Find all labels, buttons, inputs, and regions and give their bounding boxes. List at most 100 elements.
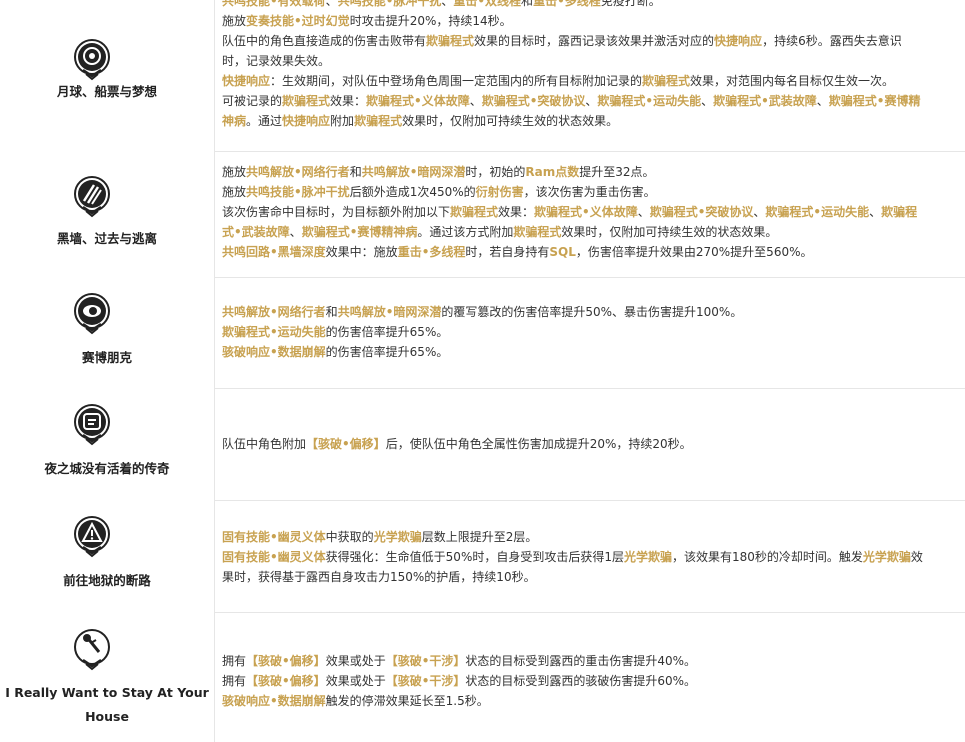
highlight-term: 共鸣回路•黑墙深度 bbox=[222, 245, 326, 259]
highlight-term: 快捷响应 bbox=[714, 34, 763, 48]
highlight-term: Ram点数 bbox=[525, 165, 580, 179]
highlight-term: 欺骗程 bbox=[881, 205, 918, 219]
row-description: 施放共鸣解放•网络行者和共鸣解放•暗网深潜时，初始的Ram点数提升至32点。 施放… bbox=[215, 151, 965, 277]
plain-text: 后额外造成1次450%的 bbox=[349, 185, 476, 199]
description-line: 共鸣回路•黑墙深度效果中：施放重击•多线程时，若自身持有SQL，伤害倍率提升效果… bbox=[222, 242, 959, 262]
desc-lines: 共鸣解放•网络行者和共鸣解放•暗网深潜的覆写篡改的伤害倍率提升50%、暴击伤害提… bbox=[222, 302, 959, 362]
highlight-term: 快捷响应 bbox=[222, 74, 271, 88]
table-row: 赛博朋克 共鸣解放•网络行者和共鸣解放•暗网深潜的覆写篡改的伤害倍率提升50%、… bbox=[0, 277, 965, 389]
table-row: 夜之城没有活着的传奇 队伍中角色附加【骇破•偏移】后，使队伍中角色全属性伤害加成… bbox=[0, 388, 965, 501]
plain-text: 、 bbox=[585, 94, 598, 108]
plain-text: 效果时，仅附加可持续生效的状态效果。 bbox=[402, 114, 619, 128]
description-line: 队伍中角色附加【骇破•偏移】后，使队伍中角色全属性伤害加成提升20%，持续20秒… bbox=[222, 434, 959, 454]
description-line: 共鸣技能•有效载荷、共鸣技能•脉冲干扰、重击•双线程和重击•多线程免疫打断。 bbox=[222, 0, 959, 11]
row-label-cell: 月球、船票与梦想 bbox=[0, 0, 215, 151]
highlight-term: 光学欺骗 bbox=[373, 530, 422, 544]
highlight-term: 重击•多线程 bbox=[533, 0, 601, 8]
plain-text: 时，初始的 bbox=[465, 165, 526, 179]
plain-text: 果时，获得基于露西自身攻击力150%的护盾，持续10秒。 bbox=[222, 570, 536, 584]
description-line: 固有技能•幽灵义体中获取的光学欺骗层数上限提升至2层。 bbox=[222, 527, 959, 547]
plain-text: 状态的目标受到露西的重击伤害提升40%。 bbox=[465, 654, 697, 668]
description-line: 神病。通过快捷响应附加欺骗程式效果时，仅附加可持续生效的状态效果。 bbox=[222, 111, 959, 131]
plain-text: 、 bbox=[816, 94, 829, 108]
highlight-term: 共鸣解放•暗网深潜 bbox=[337, 305, 442, 319]
plain-text: 施放 bbox=[222, 185, 247, 199]
highlight-term: 共鸣技能•脉冲干扰 bbox=[246, 185, 350, 199]
description-line: 快捷响应：生效期间，对队伍中登场角色周围一定范围内的所有目标附加记录的欺骗程式效… bbox=[222, 71, 959, 91]
row-description: 队伍中角色附加【骇破•偏移】后，使队伍中角色全属性伤害加成提升20%，持续20秒… bbox=[215, 388, 965, 500]
row-title: 黑墙、过去与逃离 bbox=[56, 231, 157, 246]
plain-text: 和 bbox=[325, 305, 338, 319]
cyberpunk-eye-icon bbox=[69, 290, 115, 336]
desc-lines: 队伍中角色附加【骇破•偏移】后，使队伍中角色全属性伤害加成提升20%，持续20秒… bbox=[222, 434, 959, 454]
highlight-term: 欺骗程式 bbox=[450, 205, 499, 219]
highlight-term: 欺骗程式•赛博精神病 bbox=[301, 225, 418, 239]
plain-text: 拥有 bbox=[222, 654, 247, 668]
stay-house-rose-icon bbox=[69, 626, 115, 672]
desc-lines: 拥有【骇破•偏移】效果或处于【骇破•干涉】状态的目标受到露西的重击伤害提升40%… bbox=[222, 651, 959, 711]
description-line: 施放共鸣技能•脉冲干扰后额外造成1次450%的衍射伤害，该次伤害为重击伤害。 bbox=[222, 182, 959, 202]
highlight-term: 骇破响应•数据崩解 bbox=[222, 345, 326, 359]
plain-text: 后，使队伍中角色全属性伤害加成提升20%，持续20秒。 bbox=[385, 437, 692, 451]
plain-text: 、 bbox=[701, 94, 714, 108]
table-row: I Really Want to Stay At Your House 拥有【骇… bbox=[0, 612, 965, 742]
description-line: 施放共鸣解放•网络行者和共鸣解放•暗网深潜时，初始的Ram点数提升至32点。 bbox=[222, 162, 959, 182]
plain-text: 和 bbox=[521, 0, 534, 8]
description-line: 欺骗程式•运动失能的伤害倍率提升65%。 bbox=[222, 322, 959, 342]
row-description: 拥有【骇破•偏移】效果或处于【骇破•干涉】状态的目标受到露西的重击伤害提升40%… bbox=[215, 612, 965, 742]
row-description: 共鸣技能•有效载荷、共鸣技能•脉冲干扰、重击•双线程和重击•多线程免疫打断。 施放… bbox=[215, 0, 965, 151]
description-line: 拥有【骇破•偏移】效果或处于【骇破•干涉】状态的目标受到露西的骇破伤害提升60%… bbox=[222, 671, 959, 691]
highlight-term: SQL bbox=[549, 245, 576, 259]
plain-text: 状态的目标受到露西的骇破伤害提升60%。 bbox=[465, 674, 697, 688]
highlight-term: 欺骗程式•突破协议 bbox=[649, 205, 754, 219]
plain-text: ，伤害倍率提升效果由270%提升至560%。 bbox=[575, 245, 813, 259]
plain-text: ，持续6秒。露西失去意识 bbox=[762, 34, 902, 48]
row-label-cell: 夜之城没有活着的传奇 bbox=[0, 388, 215, 500]
description-line: 共鸣解放•网络行者和共鸣解放•暗网深潜的覆写篡改的伤害倍率提升50%、暴击伤害提… bbox=[222, 302, 959, 322]
plain-text: 效果： bbox=[330, 94, 367, 108]
plain-text: 时，记录效果失效。 bbox=[222, 54, 331, 68]
description-line: 式•武装故障、欺骗程式•赛博精神病。通过该方式附加欺骗程式效果时，仅附加可持续生… bbox=[222, 222, 959, 242]
plain-text: 效果或处于 bbox=[325, 654, 386, 668]
plain-text: 、 bbox=[325, 0, 338, 8]
highlight-term: 共鸣解放•网络行者 bbox=[246, 165, 350, 179]
highlight-term: 共鸣解放•暗网深潜 bbox=[361, 165, 466, 179]
plain-text: 、 bbox=[289, 225, 302, 239]
description-line: 施放变奏技能•过时幻觉时攻击提升20%，持续14秒。 bbox=[222, 11, 959, 31]
plain-text: 触发的停滞效果延长至1.5秒。 bbox=[325, 694, 489, 708]
highlight-term: 共鸣技能•脉冲干扰 bbox=[337, 0, 442, 8]
highlight-term: 共鸣技能•有效载荷 bbox=[222, 0, 326, 8]
description-line: 队伍中的角色直接造成的伤害击败带有欺骗程式效果的目标时，露西记录该效果并激活对应… bbox=[222, 31, 959, 51]
plain-text: 获得强化：生命值低于50%时，自身受到攻击后获得1层 bbox=[325, 550, 624, 564]
plain-text: 、 bbox=[469, 94, 482, 108]
plain-text: 和 bbox=[349, 165, 362, 179]
highlight-term: 重击•双线程 bbox=[453, 0, 522, 8]
plain-text: 效果中：施放 bbox=[325, 245, 398, 259]
plain-text: 的覆写篡改的伤害倍率提升50%、暴击伤害提升100%。 bbox=[441, 305, 743, 319]
plain-text: 效果： bbox=[498, 205, 535, 219]
description-line: 拥有【骇破•偏移】效果或处于【骇破•干涉】状态的目标受到露西的重击伤害提升40%… bbox=[222, 651, 959, 671]
plain-text: 免疫打断。 bbox=[600, 0, 661, 8]
highlight-term: 变奏技能•过时幻觉 bbox=[246, 14, 350, 28]
highlight-term: 神病 bbox=[222, 114, 247, 128]
plain-text: 、 bbox=[869, 205, 882, 219]
row-title: 月球、船票与梦想 bbox=[56, 84, 157, 99]
highlight-term: 欺骗程式 bbox=[354, 114, 403, 128]
highlight-term: 欺骗程式 bbox=[282, 94, 331, 108]
row-label-cell: 前往地狱的断路 bbox=[0, 500, 215, 612]
plain-text: ：生效期间，对队伍中登场角色周围一定范围内的所有目标附加记录的 bbox=[270, 74, 643, 88]
highlight-term: 欺骗程式•义体故障 bbox=[534, 205, 638, 219]
highlight-term: 固有技能•幽灵义体 bbox=[222, 530, 326, 544]
plain-text: 时攻击提升20%，持续14秒。 bbox=[349, 14, 512, 28]
description-line: 骇破响应•数据崩解的伤害倍率提升65%。 bbox=[222, 342, 959, 362]
highlight-term: 欺骗程式•义体故障 bbox=[366, 94, 470, 108]
row-label-cell: I Really Want to Stay At Your House bbox=[0, 612, 215, 742]
row-title: 赛博朋克 bbox=[81, 350, 132, 365]
highlight-term: 【骇破•偏移】 bbox=[246, 674, 326, 688]
resonance-chain-table: 月球、船票与梦想 共鸣技能•有效载荷、共鸣技能•脉冲干扰、重击•双线程和重击•多… bbox=[0, 0, 965, 742]
plain-text: 施放 bbox=[222, 165, 247, 179]
plain-text: ，该次伤害为重击伤害。 bbox=[523, 185, 656, 199]
plain-text: 、 bbox=[753, 205, 766, 219]
plain-text: 的伤害倍率提升65%。 bbox=[325, 325, 449, 339]
plain-text: 队伍中角色附加 bbox=[222, 437, 307, 451]
